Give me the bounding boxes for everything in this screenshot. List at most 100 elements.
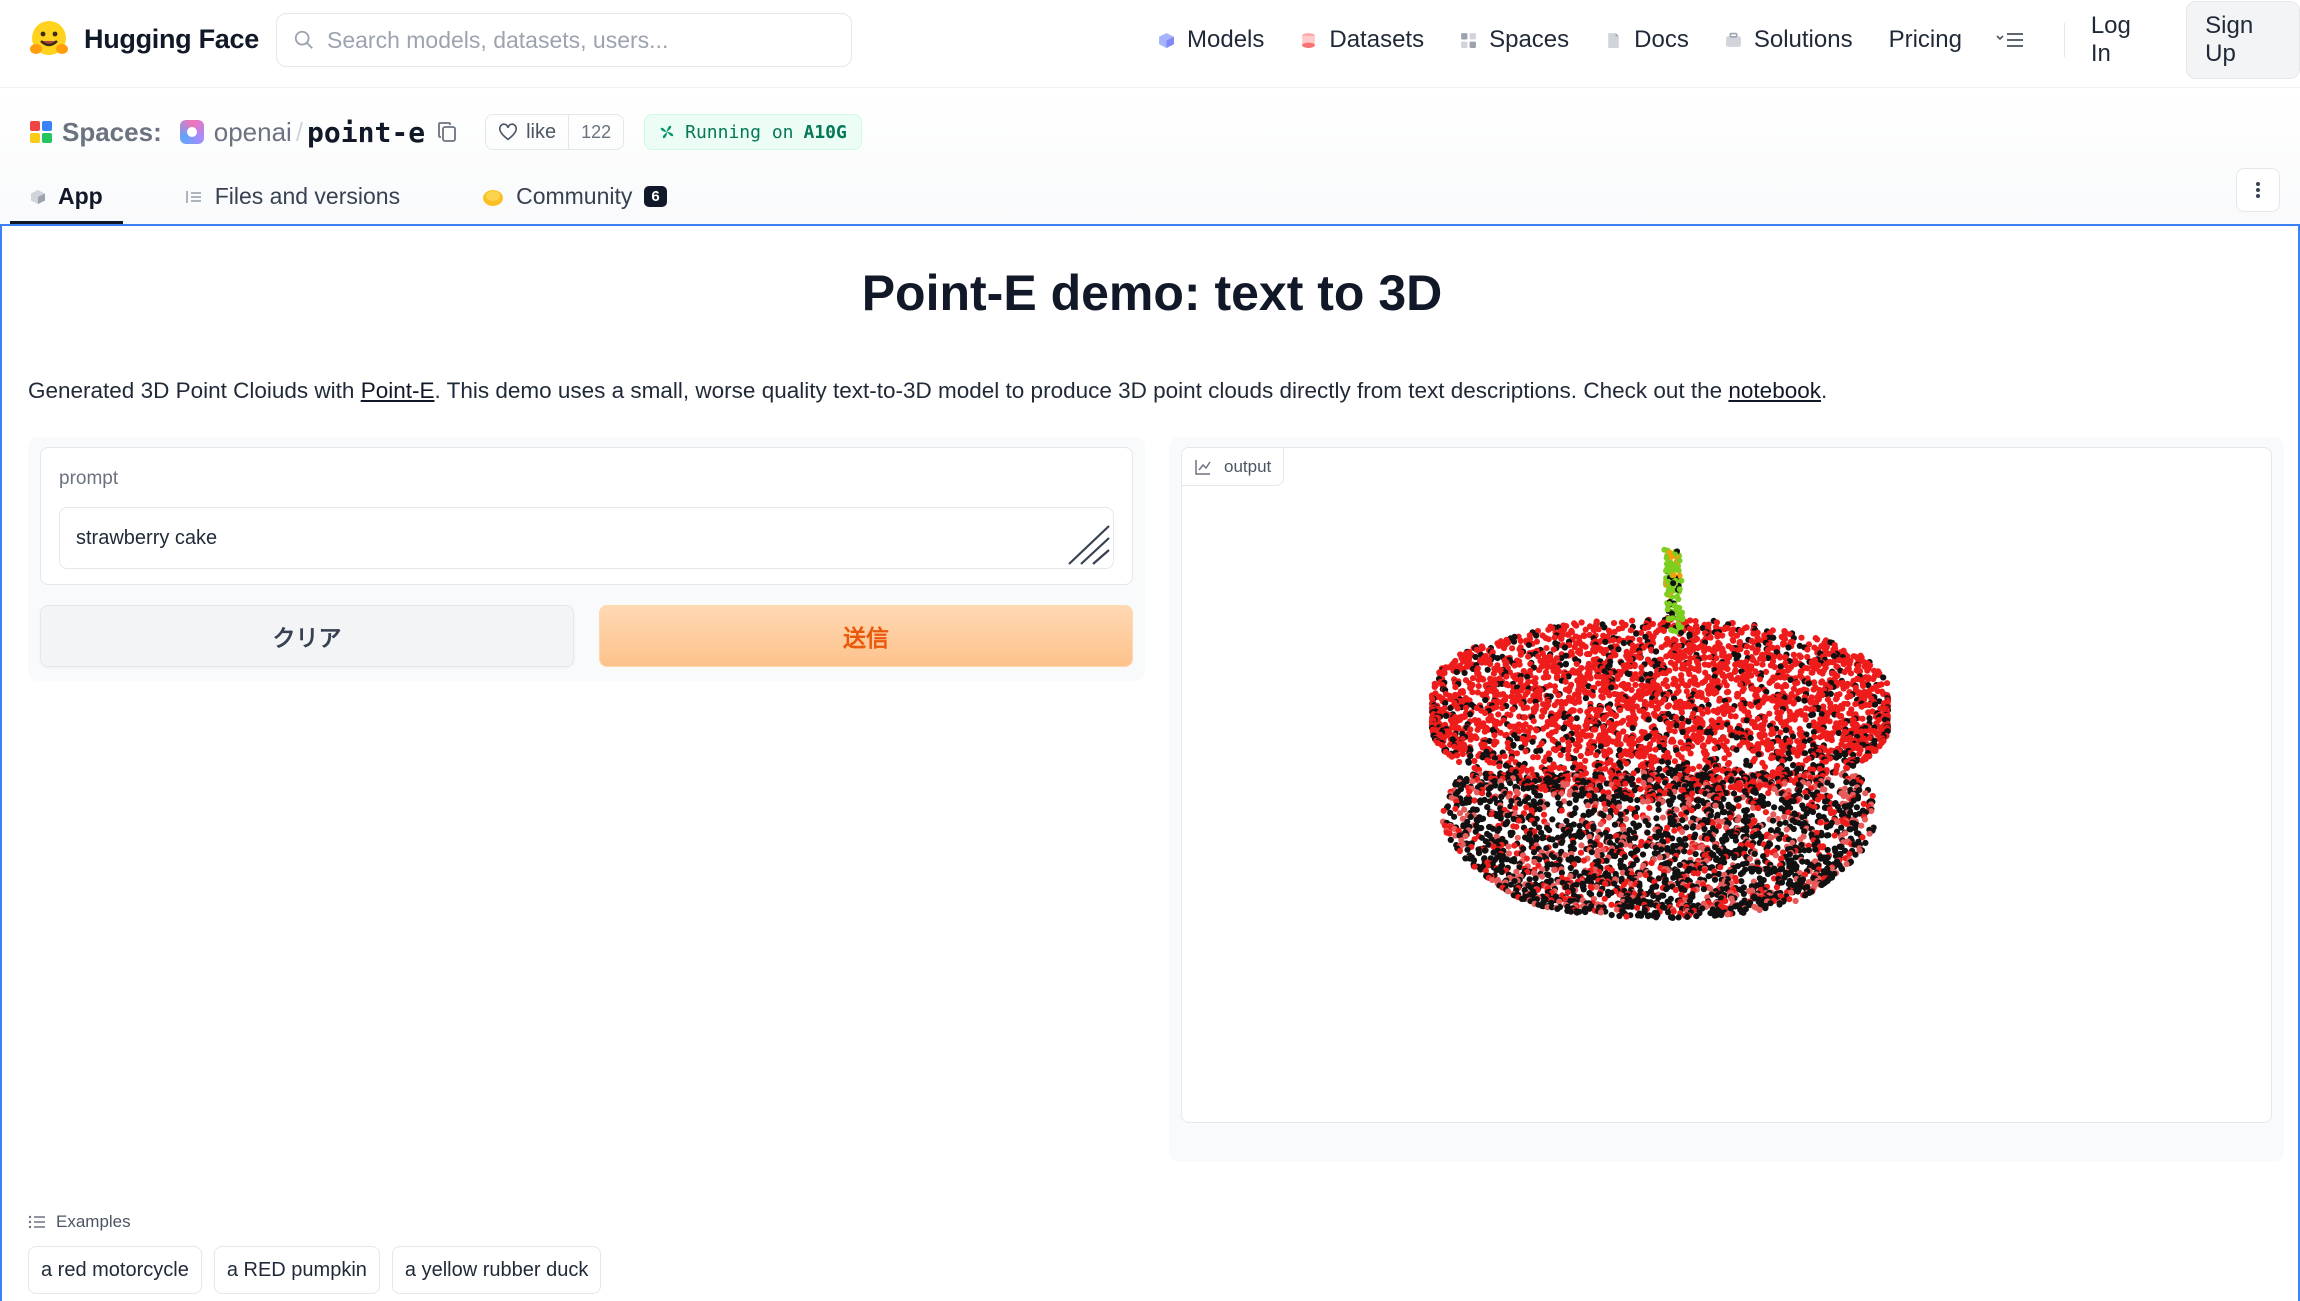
cloud-point <box>1586 833 1593 840</box>
prompt-block: prompt strawberry cake <box>40 447 1133 585</box>
nav-docs[interactable]: Docs <box>1605 26 1689 54</box>
search-box[interactable] <box>276 13 852 67</box>
org-name[interactable]: openai <box>214 117 292 148</box>
cloud-point <box>1612 853 1619 860</box>
cloud-point <box>1491 732 1498 739</box>
copy-button[interactable] <box>437 121 457 143</box>
cloud-point <box>1809 808 1817 816</box>
hugging-face-logo-icon <box>30 21 68 55</box>
cloud-point <box>1822 798 1829 805</box>
more-options-button[interactable] <box>2236 168 2280 212</box>
cloud-point <box>1785 750 1792 757</box>
cloud-point <box>1723 689 1731 696</box>
cloud-point <box>1731 854 1738 861</box>
cloud-point <box>1593 673 1600 680</box>
cloud-point <box>1507 832 1515 839</box>
desc-middle: . This demo uses a small, worse quality … <box>434 378 1729 403</box>
point-e-link[interactable]: Point-E <box>361 378 435 403</box>
cloud-point <box>1742 818 1749 826</box>
nav-datasets[interactable]: Datasets <box>1300 26 1424 54</box>
cloud-point <box>1622 685 1630 692</box>
prompt-textarea[interactable]: strawberry cake <box>59 507 1114 569</box>
cloud-point <box>1748 702 1755 709</box>
tab-files-and-versions[interactable]: Files and versions <box>165 169 420 224</box>
cloud-point <box>1630 770 1637 777</box>
point-cloud-render[interactable] <box>1182 448 2272 1123</box>
cloud-point <box>1614 675 1621 682</box>
cloud-point <box>1705 662 1712 669</box>
solutions-icon <box>1725 32 1741 47</box>
space-tabs: App Files and versions Community 6 <box>10 169 729 224</box>
nav-spaces-label: Spaces <box>1489 26 1570 53</box>
signup-button[interactable]: Sign Up <box>2186 1 2300 79</box>
cloud-point <box>1705 690 1712 697</box>
cloud-point <box>1561 714 1568 721</box>
cloud-point <box>1823 824 1830 831</box>
cloud-point <box>1664 683 1671 690</box>
repo-name[interactable]: point-e <box>307 116 425 149</box>
cloud-point <box>1478 659 1485 666</box>
cloud-point <box>1801 697 1808 704</box>
cloud-point <box>1668 738 1675 745</box>
nav-spaces[interactable]: Spaces <box>1460 26 1569 54</box>
cloud-point <box>1475 676 1482 683</box>
cloud-point <box>1549 836 1556 843</box>
cloud-point <box>1505 843 1512 850</box>
cloud-point <box>1803 794 1810 801</box>
cloud-point <box>1629 676 1636 683</box>
cloud-point <box>1500 645 1508 652</box>
cloud-point <box>1865 709 1872 716</box>
org-avatar[interactable] <box>179 120 204 144</box>
cloud-point <box>1844 700 1851 707</box>
login-link[interactable]: Log In <box>2091 12 2150 68</box>
cloud-point <box>1694 681 1701 688</box>
like-button[interactable]: like 122 <box>485 114 625 150</box>
cloud-point <box>1573 715 1580 722</box>
running-status-badge[interactable]: Running on A10G <box>644 114 862 150</box>
cloud-point <box>1549 816 1556 823</box>
cloud-point <box>1871 701 1879 708</box>
cloud-point <box>1719 838 1726 845</box>
vertical-dots-icon <box>2256 182 2260 198</box>
cloud-point <box>1782 727 1790 734</box>
resize-handle-icon[interactable] <box>1065 524 1111 566</box>
cloud-point <box>1671 728 1678 735</box>
cloud-point <box>1559 736 1566 743</box>
cloud-point <box>1659 814 1667 821</box>
cloud-point <box>1546 827 1553 834</box>
submit-button[interactable]: 送信 <box>599 605 1133 667</box>
cloud-point <box>1687 750 1694 757</box>
cloud-point <box>1617 811 1624 818</box>
nav-solutions[interactable]: Solutions <box>1725 26 1853 54</box>
nav-models[interactable]: Models <box>1158 26 1264 54</box>
cloud-point <box>1577 650 1584 657</box>
cloud-point <box>1590 627 1597 634</box>
cloud-point <box>1727 777 1735 784</box>
cloud-point <box>1611 821 1618 828</box>
cloud-point <box>1768 755 1775 762</box>
tab-app[interactable]: App <box>10 169 123 224</box>
clear-button[interactable]: クリア <box>40 605 574 667</box>
cloud-point <box>1768 730 1775 738</box>
cloud-point <box>1823 832 1830 839</box>
output-plot[interactable]: output <box>1181 447 2272 1123</box>
cloud-point <box>1627 796 1634 803</box>
cloud-point <box>1728 675 1735 682</box>
nav-divider <box>2063 23 2065 57</box>
cloud-point <box>1469 778 1476 785</box>
cloud-point <box>1606 692 1613 699</box>
search-input[interactable] <box>327 26 827 54</box>
more-menu-button[interactable] <box>1996 30 2024 50</box>
cloud-point <box>1620 640 1627 647</box>
cloud-point <box>1831 832 1838 839</box>
tab-community[interactable]: Community 6 <box>462 169 687 224</box>
nav-pricing[interactable]: Pricing <box>1889 26 1962 54</box>
brand-logo[interactable]: Hugging Face <box>28 18 259 60</box>
cloud-point <box>1828 782 1835 789</box>
cloud-point <box>1623 760 1630 767</box>
notebook-link[interactable]: notebook <box>1728 378 1821 403</box>
spaces-label: Spaces: <box>62 116 162 147</box>
nav-models-label: Models <box>1187 26 1265 53</box>
cloud-point <box>1486 798 1493 805</box>
cloud-point <box>1743 827 1750 834</box>
